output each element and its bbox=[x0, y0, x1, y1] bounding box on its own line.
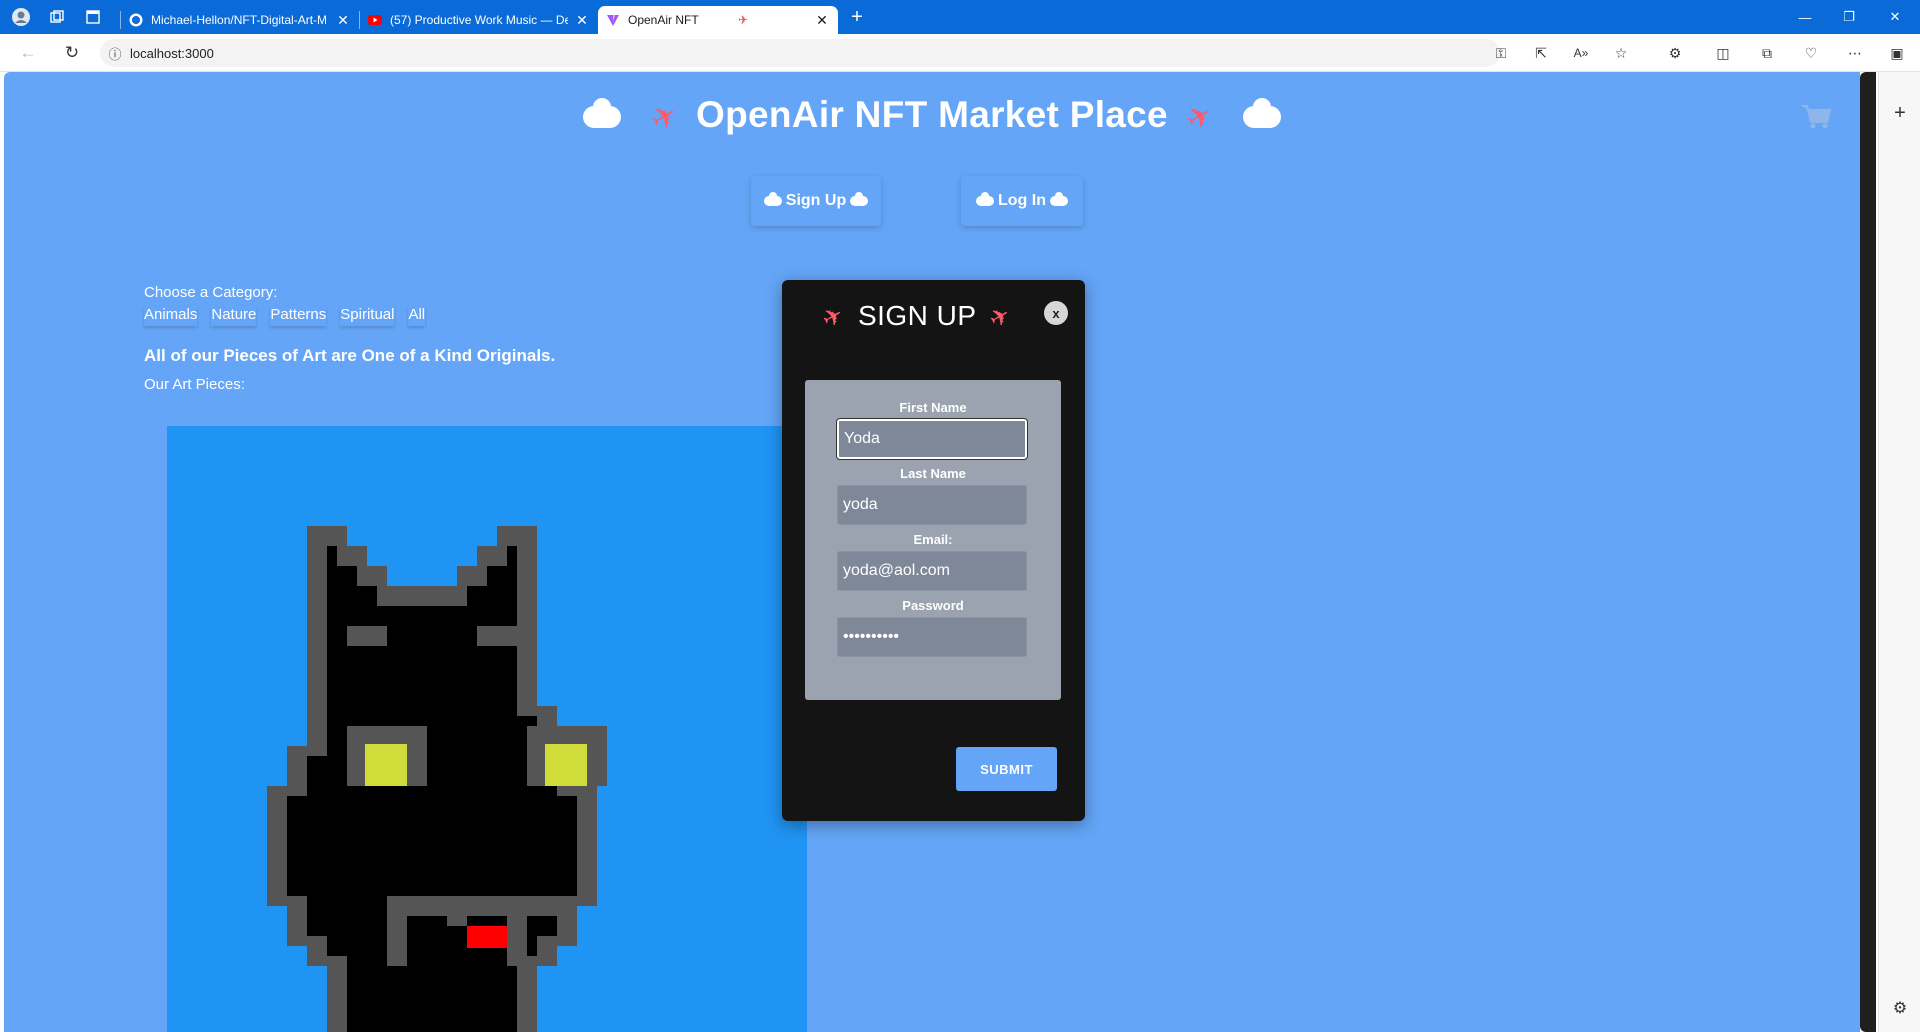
signup-modal: ✈ SIGN UP ✈ x First Name Last Name Email… bbox=[782, 280, 1085, 821]
tab-title: Michael-Hellon/NFT-Digital-Art-M bbox=[151, 13, 328, 27]
split-screen-icon[interactable]: ◫ bbox=[1710, 41, 1736, 65]
vite-icon bbox=[606, 13, 620, 27]
signup-label: Sign Up bbox=[785, 192, 847, 209]
email-label: Email: bbox=[913, 532, 953, 547]
github-icon bbox=[129, 13, 143, 27]
last-name-label: Last Name bbox=[900, 466, 966, 481]
close-tab-icon[interactable]: ✕ bbox=[574, 12, 590, 29]
signup-button[interactable]: Sign Up bbox=[751, 176, 881, 226]
refresh-icon[interactable]: ↻ bbox=[54, 38, 90, 68]
tab-title: OpenAir NFT bbox=[628, 13, 699, 27]
favorite-star-icon[interactable]: ☆ bbox=[1608, 41, 1634, 65]
collections-icon[interactable]: ⧉ bbox=[1754, 41, 1780, 65]
category-label: Choose a Category: bbox=[144, 284, 278, 301]
password-field[interactable] bbox=[837, 617, 1027, 657]
read-aloud-icon[interactable]: A» bbox=[1568, 41, 1594, 65]
youtube-icon bbox=[368, 13, 382, 27]
close-tab-icon[interactable]: ✕ bbox=[814, 12, 830, 29]
category-patterns[interactable]: Patterns bbox=[270, 306, 326, 326]
last-name-field[interactable] bbox=[837, 485, 1027, 525]
cloud-icon bbox=[1242, 98, 1281, 129]
category-spiritual[interactable]: Spiritual bbox=[340, 306, 394, 326]
vertical-tabs-icon[interactable] bbox=[80, 4, 106, 30]
art-pieces-label: Our Art Pieces: bbox=[144, 376, 245, 393]
browser-tab-bar: Michael-Hellon/NFT-Digital-Art-M ✕ (57) … bbox=[0, 0, 1920, 34]
open-in-app-icon[interactable]: ⇱ bbox=[1528, 41, 1554, 65]
workspaces-icon[interactable] bbox=[44, 4, 70, 30]
url-text: localhost:3000 bbox=[130, 45, 214, 61]
new-tab-icon[interactable]: + bbox=[844, 4, 870, 30]
extensions-icon[interactable]: ⚙ bbox=[1662, 41, 1688, 65]
address-bar[interactable]: ⓘ localhost:3000 bbox=[100, 39, 1500, 67]
cloud-icon bbox=[583, 98, 622, 129]
modal-title: SIGN UP bbox=[857, 300, 977, 331]
close-window-icon[interactable]: ✕ bbox=[1872, 0, 1918, 34]
pixel-cat-image bbox=[267, 526, 607, 1032]
site-title: OpenAir NFT Market Place bbox=[696, 94, 1168, 135]
site-info-icon[interactable]: ⓘ bbox=[100, 44, 130, 63]
cloud-icon bbox=[976, 192, 994, 206]
login-label: Log In bbox=[998, 192, 1046, 209]
tab-github[interactable]: Michael-Hellon/NFT-Digital-Art-M ✕ bbox=[121, 6, 359, 34]
back-icon[interactable]: ← bbox=[10, 38, 46, 68]
profile-icon[interactable] bbox=[8, 4, 34, 30]
tab-youtube[interactable]: (57) Productive Work Music — De ✕ bbox=[360, 6, 598, 34]
airplane-icon: ✈ bbox=[817, 300, 850, 335]
site-header: ✈ OpenAir NFT Market Place ✈ bbox=[4, 94, 1860, 138]
login-button[interactable]: Log In bbox=[961, 176, 1083, 226]
browser-essentials-icon[interactable]: ♡ bbox=[1798, 41, 1824, 65]
settings-icon[interactable]: ⚙ bbox=[1889, 998, 1911, 1018]
category-all[interactable]: All bbox=[408, 306, 425, 326]
more-menu-icon[interactable]: ⋯ bbox=[1842, 41, 1868, 65]
airplane-icon: ✈ bbox=[737, 13, 748, 27]
category-nature[interactable]: Nature bbox=[211, 306, 256, 326]
signup-form: First Name Last Name Email: Password bbox=[805, 380, 1061, 700]
cloud-icon bbox=[850, 192, 869, 206]
close-modal-button[interactable]: x bbox=[1044, 301, 1068, 325]
first-name-label: First Name bbox=[899, 400, 967, 415]
key-icon[interactable]: ⚿ bbox=[1488, 41, 1514, 65]
first-name-field[interactable] bbox=[836, 418, 1028, 460]
cloud-icon bbox=[763, 192, 782, 206]
email-field[interactable] bbox=[837, 551, 1027, 591]
cart-icon[interactable] bbox=[1800, 102, 1832, 130]
add-sidebar-app-icon[interactable]: + bbox=[1889, 102, 1911, 125]
airplane-icon: ✈ bbox=[984, 300, 1017, 335]
edge-sidebar: + ⚙ bbox=[1878, 72, 1920, 1032]
close-tab-icon[interactable]: ✕ bbox=[335, 12, 351, 29]
art-piece-card[interactable] bbox=[167, 426, 807, 1032]
airplane-icon: ✈ bbox=[1179, 96, 1219, 138]
tagline: All of our Pieces of Art are One of a Ki… bbox=[144, 346, 556, 365]
minimize-icon[interactable]: — bbox=[1782, 0, 1828, 34]
submit-button[interactable]: SUBMIT bbox=[956, 747, 1057, 791]
password-label: Password bbox=[902, 598, 964, 613]
cloud-icon bbox=[1049, 192, 1068, 206]
modal-header: ✈ SIGN UP ✈ bbox=[782, 300, 1052, 335]
tab-title: (57) Productive Work Music — De bbox=[390, 13, 568, 27]
sidebar-toggle-icon[interactable]: ▣ bbox=[1884, 41, 1910, 65]
category-links: Animals Nature Patterns Spiritual All bbox=[144, 306, 425, 326]
restore-icon[interactable]: ❐ bbox=[1826, 0, 1872, 34]
page-scrollbar[interactable] bbox=[1860, 72, 1876, 1032]
tab-openair[interactable]: OpenAir NFT ✈ ✕ bbox=[598, 6, 838, 34]
page-viewport: ✈ OpenAir NFT Market Place ✈ Sign Up Log… bbox=[4, 72, 1860, 1032]
airplane-icon: ✈ bbox=[645, 96, 684, 138]
address-toolbar: ← ↻ ⓘ localhost:3000 ⚿ ⇱ A» ☆ ⚙ ◫ ⧉ ♡ ⋯ … bbox=[0, 34, 1920, 72]
category-animals[interactable]: Animals bbox=[144, 306, 197, 326]
